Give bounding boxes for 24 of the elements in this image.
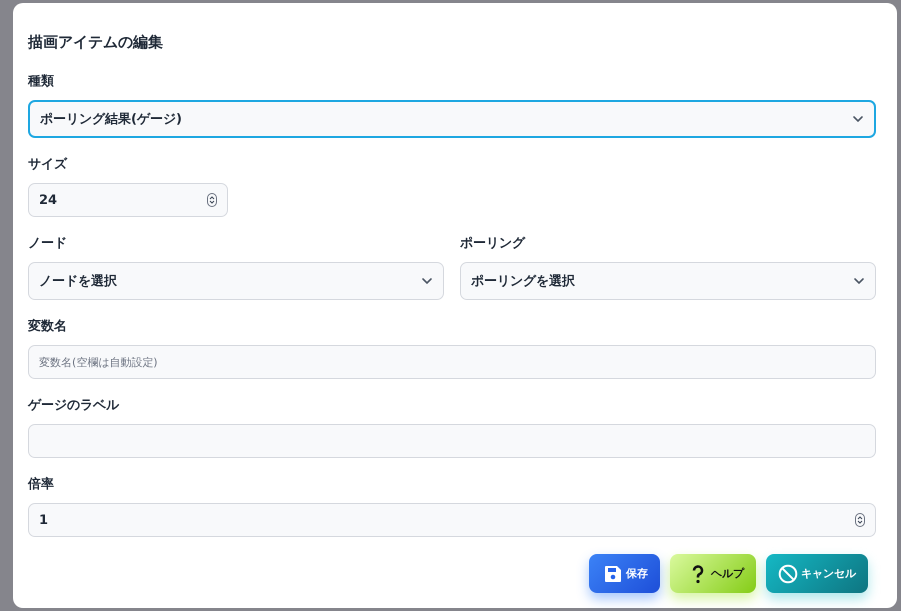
save-button[interactable]: 保存 — [589, 554, 660, 593]
field-label: 倍率 — [28, 477, 55, 493]
chevron-down-icon — [421, 275, 433, 287]
select-field[interactable]: ポーリング結果(ゲージ) — [28, 100, 876, 138]
dialog-title: 描画アイテムの編集 — [28, 33, 164, 52]
select-field[interactable]: ノードを選択 — [28, 262, 444, 300]
spinner-icon[interactable] — [207, 193, 217, 207]
cancel-button[interactable]: キャンセル — [766, 554, 868, 593]
number-field[interactable]: 24 — [28, 183, 228, 217]
chevron-down-icon — [852, 113, 864, 125]
field-label: 変数名 — [28, 319, 68, 335]
select-field[interactable]: ポーリングを選択 — [460, 262, 876, 300]
field-label: ゲージのラベル — [28, 398, 120, 414]
field-label: 種類 — [28, 74, 55, 90]
prohibited-icon — [778, 564, 798, 584]
text-field[interactable]: 変数名(空欄は自動設定) — [28, 345, 876, 379]
spinner-icon[interactable] — [855, 513, 865, 527]
number-field[interactable]: 1 — [28, 503, 876, 537]
field-label: ノード — [28, 236, 68, 252]
help-button[interactable]: ヘルプ — [670, 554, 756, 593]
field-label: ポーリング — [460, 236, 526, 252]
text-field[interactable] — [28, 424, 876, 458]
field-label: サイズ — [28, 157, 68, 173]
chevron-down-icon — [853, 275, 865, 287]
